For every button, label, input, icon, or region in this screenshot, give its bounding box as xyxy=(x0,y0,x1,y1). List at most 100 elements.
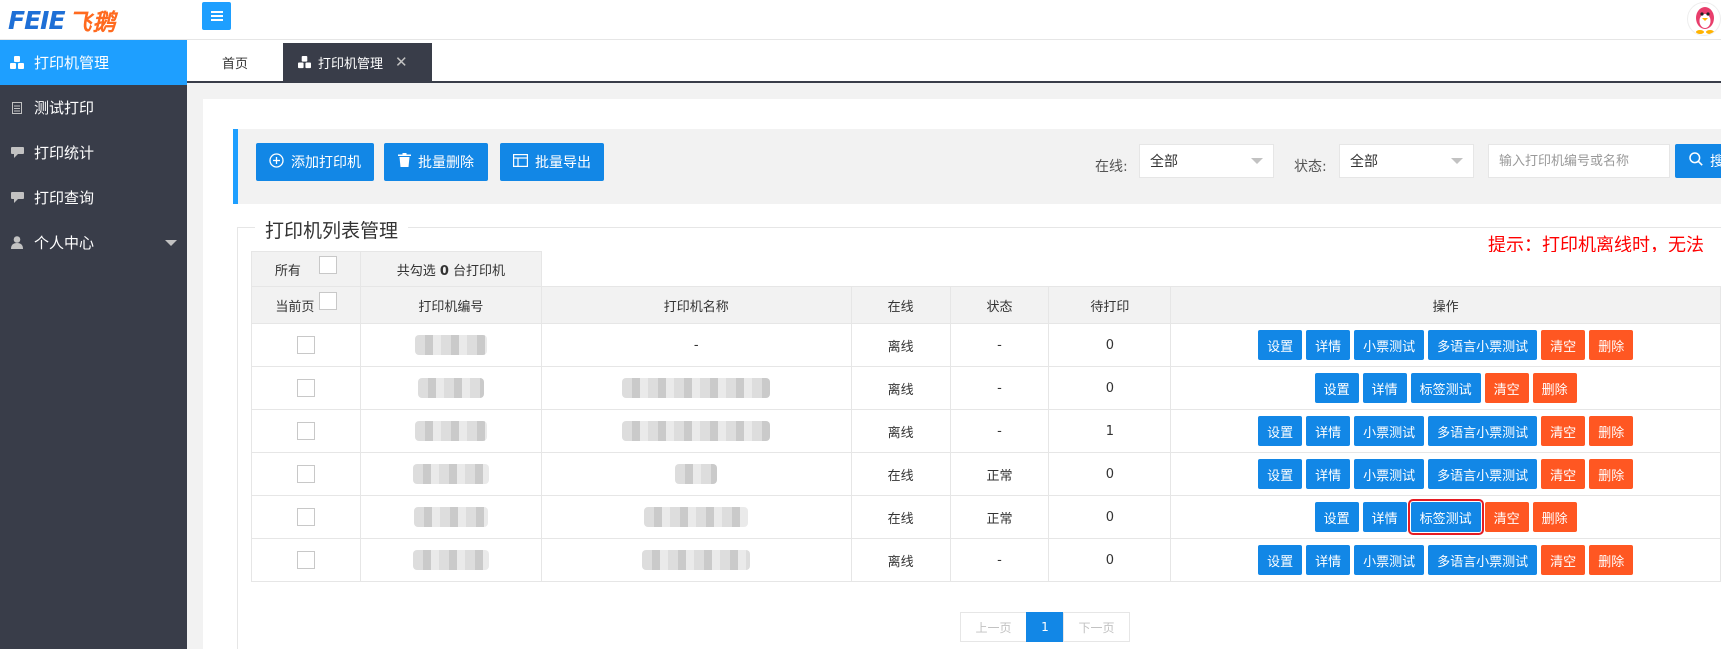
delete-button[interactable]: 删除 xyxy=(1589,330,1634,360)
batch-delete-button[interactable]: 批量删除 xyxy=(384,143,488,181)
delete-button[interactable]: 删除 xyxy=(1589,416,1634,446)
settings-button[interactable]: 设置 xyxy=(1258,545,1303,575)
printer-name-redacted xyxy=(622,378,771,398)
printer-sn-cell xyxy=(359,538,542,582)
selected-count: 0 xyxy=(439,263,449,279)
settings-button[interactable]: 设置 xyxy=(1258,416,1303,446)
ops-group: 设置 详情 小票测试 多语言小票测试 清空 删除 xyxy=(1171,545,1720,575)
online-status: 离线 xyxy=(850,323,951,367)
plus-circle-icon xyxy=(269,152,284,172)
label-test-button[interactable]: 标签测试 xyxy=(1410,373,1481,403)
row-select-cell xyxy=(251,452,361,496)
clear-button[interactable]: 清空 xyxy=(1541,330,1586,360)
select-all-checkbox[interactable] xyxy=(319,256,338,274)
sidebar-item-print-query[interactable]: 打印查询 xyxy=(0,175,187,220)
printer-status: - xyxy=(949,538,1050,582)
batch-export-button[interactable]: 批量导出 xyxy=(500,143,604,181)
feie-logo[interactable]: FEIE 飞鹅 xyxy=(8,3,117,37)
comment-icon xyxy=(8,189,26,207)
close-icon[interactable]: ✕ xyxy=(395,53,408,71)
details-button[interactable]: 详情 xyxy=(1306,459,1351,489)
table-row: 在线 正常 0 设置 详情 标签测试 清空 删除 xyxy=(251,495,1721,539)
status-filter-select[interactable]: 全部 xyxy=(1339,144,1474,178)
hamburger-icon xyxy=(210,11,223,21)
details-button[interactable]: 详情 xyxy=(1362,373,1407,403)
receipt-test-button[interactable]: 小票测试 xyxy=(1354,416,1425,446)
search-button[interactable]: 搜 xyxy=(1675,144,1721,178)
settings-button[interactable]: 设置 xyxy=(1314,502,1359,532)
sidebar-item-test-print[interactable]: 测试打印 xyxy=(0,85,187,130)
comment-icon xyxy=(8,144,26,162)
delete-button[interactable]: 删除 xyxy=(1589,545,1634,575)
table-header-row: 当前页 打印机编号 打印机名称 在线 状态 待打印 操作 xyxy=(251,286,1721,324)
sidebar-item-profile[interactable]: 个人中心 xyxy=(0,220,187,265)
label-test-button[interactable]: 标签测试 xyxy=(1407,499,1484,535)
multilang-receipt-test-button[interactable]: 多语言小票测试 xyxy=(1428,545,1538,575)
online-filter-select[interactable]: 全部 xyxy=(1139,144,1274,178)
clear-button[interactable]: 清空 xyxy=(1541,416,1586,446)
row-select-cell xyxy=(251,409,361,453)
add-printer-button[interactable]: 添加打印机 xyxy=(256,143,374,181)
sidebar-item-label: 打印统计 xyxy=(34,144,95,162)
settings-button[interactable]: 设置 xyxy=(1314,373,1359,403)
delete-button[interactable]: 删除 xyxy=(1532,373,1577,403)
receipt-test-button[interactable]: 小票测试 xyxy=(1354,459,1425,489)
multilang-receipt-test-button[interactable]: 多语言小票测试 xyxy=(1428,459,1538,489)
tab-printer-management[interactable]: 打印机管理 ✕ xyxy=(283,43,432,81)
printer-sn-cell xyxy=(359,495,542,539)
details-button[interactable]: 详情 xyxy=(1306,545,1351,575)
sidebar-item-label: 打印机管理 xyxy=(34,54,110,72)
main-content: 添加打印机 批量删除 批量导出 在线: 全部 状态: 全部 输入打印机编号或名称… xyxy=(203,99,1721,649)
multilang-receipt-test-button[interactable]: 多语言小票测试 xyxy=(1428,416,1538,446)
page-1-button[interactable]: 1 xyxy=(1026,612,1064,642)
details-button[interactable]: 详情 xyxy=(1362,502,1407,532)
pagination: 上一页 1 下一页 xyxy=(960,612,1130,642)
printer-name-redacted xyxy=(675,464,718,484)
menu-toggle-button[interactable] xyxy=(202,2,231,30)
prev-page-button[interactable]: 上一页 xyxy=(960,612,1027,642)
pending-count: 0 xyxy=(1048,323,1172,367)
details-button[interactable]: 详情 xyxy=(1306,416,1351,446)
row-checkbox[interactable] xyxy=(296,508,315,526)
clear-button[interactable]: 清空 xyxy=(1541,545,1586,575)
online-filter-value: 全部 xyxy=(1150,154,1178,170)
select-page-checkbox[interactable] xyxy=(318,292,337,310)
clear-button[interactable]: 清空 xyxy=(1484,502,1529,532)
multilang-receipt-test-button[interactable]: 多语言小票测试 xyxy=(1428,330,1538,360)
details-button[interactable]: 详情 xyxy=(1306,330,1351,360)
row-checkbox[interactable] xyxy=(296,422,315,440)
tab-label: 打印机管理 xyxy=(318,56,384,72)
receipt-test-button[interactable]: 小票测试 xyxy=(1354,330,1425,360)
row-checkbox[interactable] xyxy=(296,379,315,397)
clear-button[interactable]: 清空 xyxy=(1541,459,1586,489)
ops-cell: 设置 详情 小票测试 多语言小票测试 清空 删除 xyxy=(1170,538,1721,582)
ops-group: 设置 详情 标签测试 清空 删除 xyxy=(1171,499,1720,535)
printer-status: - xyxy=(949,409,1050,453)
header-status: 状态 xyxy=(949,286,1050,324)
printer-sn-redacted xyxy=(414,421,487,441)
row-checkbox[interactable] xyxy=(296,551,315,569)
ops-group: 设置 详情 小票测试 多语言小票测试 清空 删除 xyxy=(1171,330,1720,360)
row-checkbox[interactable] xyxy=(296,336,315,354)
clear-button[interactable]: 清空 xyxy=(1484,373,1529,403)
receipt-test-button[interactable]: 小票测试 xyxy=(1354,545,1425,575)
printer-name-redacted xyxy=(644,507,749,527)
avatar[interactable] xyxy=(1687,2,1721,36)
next-page-button[interactable]: 下一页 xyxy=(1063,612,1130,642)
tab-home[interactable]: 首页 xyxy=(187,43,283,81)
printer-table: 所有 共勾选 0 台打印机 当前页 打印机编号 打印机名称 在线 状态 待打印 … xyxy=(251,251,1721,582)
settings-button[interactable]: 设置 xyxy=(1258,459,1303,489)
row-checkbox[interactable] xyxy=(296,465,315,483)
printer-name-redacted xyxy=(622,421,771,441)
sidebar-item-printer-management[interactable]: 打印机管理 xyxy=(0,40,187,85)
search-input[interactable] xyxy=(1488,144,1670,178)
sidebar-item-print-stats[interactable]: 打印统计 xyxy=(0,130,187,175)
delete-button[interactable]: 删除 xyxy=(1589,459,1634,489)
delete-button[interactable]: 删除 xyxy=(1532,502,1577,532)
sidebar-item-label: 个人中心 xyxy=(34,234,95,252)
printer-sn-cell xyxy=(359,409,542,453)
settings-button[interactable]: 设置 xyxy=(1258,330,1303,360)
select-all-label: 所有 xyxy=(274,263,301,279)
ops-group: 设置 详情 小票测试 多语言小票测试 清空 删除 xyxy=(1171,416,1720,446)
table-row: 在线 正常 0 设置 详情 小票测试 多语言小票测试 清空 删除 xyxy=(251,452,1721,496)
